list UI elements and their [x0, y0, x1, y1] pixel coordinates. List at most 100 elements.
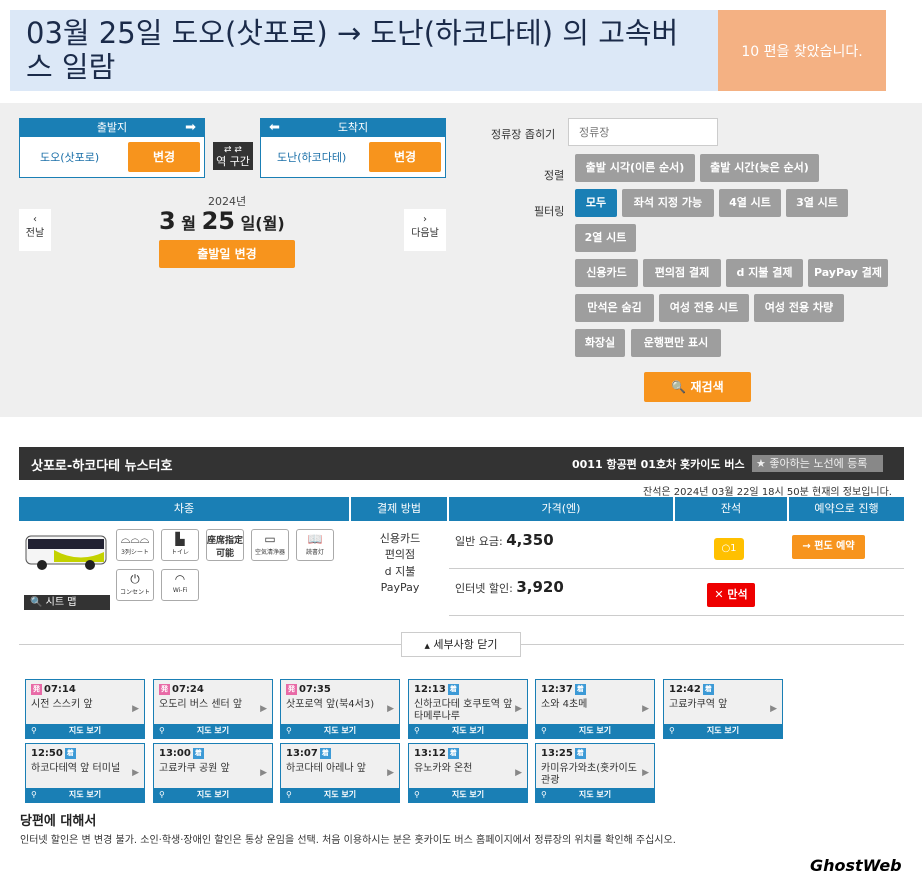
sort-early-chip[interactable]: 출발 시각(이른 순서)	[575, 154, 695, 182]
map-view-button[interactable]: ⚲ 지도 보기	[281, 788, 399, 802]
next-day-button[interactable]: › 다음날	[404, 209, 446, 251]
map-view-label: 지도 보기	[323, 726, 357, 735]
stop-time-row: 12:50 着	[31, 748, 76, 759]
map-view-button[interactable]: ⚲ 지도 보기	[536, 788, 654, 802]
play-icon: ▶	[260, 704, 267, 714]
map-pin-icon: ⚲	[159, 790, 165, 799]
filter-women-seat-chip[interactable]: 여성 전용 시트	[659, 294, 749, 322]
stop-card: 13:07 着 하코다테 아레나 앞 ▶ ⚲ 지도 보기	[280, 743, 400, 803]
col-reserve: 예약으로 진행	[789, 497, 904, 521]
page-title: 03월 25일 도오(삿포로) → 도난(하코다테) 의 고속버스 일람	[26, 16, 679, 84]
chevron-right-icon: ›	[423, 214, 427, 225]
caret-up-icon: ▲	[424, 642, 430, 650]
facility-reserve-label: 座席指定 可能	[207, 536, 244, 559]
company-name: 0011 항공편 01호차 홋카이도 버스	[572, 458, 745, 471]
play-icon: ▶	[515, 704, 522, 714]
map-view-button[interactable]: ⚲ 지도 보기	[26, 788, 144, 802]
map-view-label: 지도 보기	[196, 726, 230, 735]
favorite-route-button[interactable]: ★ 좋아하는 노선에 등록	[752, 455, 883, 472]
swap-section-button[interactable]: ⇄ ⇄ 역 구간	[213, 142, 253, 170]
stop-card: 12:37 着 소와 4초메 ▶ ⚲ 지도 보기	[535, 679, 655, 739]
filter-hide-full-chip[interactable]: 만석은 숨김	[575, 294, 654, 322]
watermark-logo: GhostWeb	[810, 856, 902, 875]
date-day: 25	[201, 207, 235, 235]
seat-map-label: 시트 맵	[45, 597, 77, 608]
fare-regular: 일반 요금: 4,350	[455, 531, 554, 549]
map-view-label: 지도 보기	[578, 790, 612, 799]
col-payment: 결제 방법	[351, 497, 447, 521]
toggle-details-label: 세부사항 닫기	[433, 638, 498, 651]
stop-time: 13:00	[159, 748, 191, 759]
map-view-button[interactable]: ⚲ 지도 보기	[536, 724, 654, 738]
fare-internet-value: 3,920	[516, 578, 564, 596]
date-display: 3 월 25 일(월)	[159, 207, 285, 235]
seats-remaining-value: 1	[730, 543, 737, 554]
stop-name: 시전 스스키 앞	[31, 699, 93, 710]
filter-dpay-chip[interactable]: d 지불 결제	[726, 259, 803, 287]
stop-card: 発 07:24 오도리 버스 센터 앞 ▶ ⚲ 지도 보기	[153, 679, 273, 739]
sort-label: 정렬	[544, 169, 565, 182]
stop-card: 13:00 着 고료카쿠 공원 앞 ▶ ⚲ 지도 보기	[153, 743, 273, 803]
result-header: 삿포로-하코다테 뉴스터호 0011 항공편 01호차 홋카이도 버스 ★ 좋아…	[19, 447, 904, 480]
map-pin-icon: ⚲	[541, 790, 547, 799]
stop-name: 유노카와 온천	[414, 763, 473, 774]
map-pin-icon: ⚲	[414, 790, 420, 799]
filter-convenience-chip[interactable]: 편의점 결제	[643, 259, 721, 287]
filter-4row-chip[interactable]: 4열 시트	[719, 189, 781, 217]
col-vehicle: 차종	[19, 497, 349, 521]
stop-time-row: 12:37 着	[541, 684, 586, 695]
map-view-button[interactable]: ⚲ 지도 보기	[664, 724, 782, 738]
filter-seat-reserve-chip[interactable]: 좌석 지정 가능	[622, 189, 714, 217]
map-view-button[interactable]: ⚲ 지도 보기	[26, 724, 144, 738]
fare-internet: 인터넷 할인: 3,920	[455, 578, 564, 596]
row-divider	[449, 615, 904, 616]
filter-paypay-chip[interactable]: PayPay 결제	[808, 259, 888, 287]
map-view-button[interactable]: ⚲ 지도 보기	[409, 788, 527, 802]
facility-wifi-label: Wi-Fi	[172, 587, 188, 594]
date-month-suffix: 월	[181, 214, 197, 233]
arrival-badge: 着	[702, 684, 714, 695]
toggle-details-button[interactable]: ▲ 세부사항 닫기	[401, 632, 521, 657]
stop-filter-input[interactable]	[568, 118, 718, 146]
map-view-button[interactable]: ⚲ 지도 보기	[154, 724, 272, 738]
map-view-label: 지도 보기	[451, 790, 485, 799]
map-pin-icon: ⚲	[286, 726, 292, 735]
search-panel: 출발지 ➡ 도오(삿포로) 변경 ⇄ ⇄ 역 구간 ⬅ 도착지 도난(하코다테)…	[0, 103, 922, 417]
prev-day-button[interactable]: ‹ 전날	[19, 209, 51, 251]
filter-3row-chip[interactable]: 3열 시트	[786, 189, 848, 217]
filter-women-car-chip[interactable]: 여성 전용 차량	[754, 294, 844, 322]
reserve-oneway-button[interactable]: → 편도 예약	[792, 535, 865, 559]
map-view-label: 지도 보기	[68, 790, 102, 799]
research-button[interactable]: 🔍 재검색	[644, 372, 751, 402]
stop-time-row: 13:07 着	[286, 748, 331, 759]
map-view-button[interactable]: ⚲ 지도 보기	[281, 724, 399, 738]
filter-operating-chip[interactable]: 운행편만 표시	[631, 329, 721, 357]
fare-regular-label: 일반 요금:	[455, 535, 503, 548]
col-seats: 잔석	[675, 497, 787, 521]
wifi-icon: ◠ Wi-Fi	[161, 569, 199, 601]
map-view-button[interactable]: ⚲ 지도 보기	[409, 724, 527, 738]
stop-time-row: 12:13 着	[414, 684, 459, 695]
about-title: 당편에 대해서	[20, 814, 97, 829]
departure-change-button[interactable]: 변경	[128, 142, 200, 172]
arrival-change-button[interactable]: 변경	[369, 142, 441, 172]
filter-2row-chip[interactable]: 2열 시트	[575, 224, 636, 252]
filter-toilet-chip[interactable]: 화장실	[575, 329, 625, 357]
filter-label: 필터링	[534, 205, 565, 218]
sort-late-chip[interactable]: 출발 시간(늦은 순서)	[700, 154, 819, 182]
stop-time-row: 12:42 着	[669, 684, 714, 695]
play-icon: ▶	[515, 768, 522, 778]
toilet-icon: ▙ トイレ	[161, 529, 199, 561]
stop-name: 삿포로역 앞(북4서3)	[286, 699, 375, 710]
bus-image	[24, 530, 110, 575]
map-view-button[interactable]: ⚲ 지도 보기	[154, 788, 272, 802]
filter-credit-chip[interactable]: 신용카드	[575, 259, 638, 287]
seat-map-button[interactable]: 🔍 시트 맵	[24, 595, 110, 610]
stop-card: 発 07:35 삿포로역 앞(북4서3) ▶ ⚲ 지도 보기	[280, 679, 400, 739]
prev-day-label: 전날	[25, 228, 45, 239]
change-date-button[interactable]: 출발일 변경	[159, 240, 295, 268]
date-day-suffix: 일(월)	[240, 214, 285, 233]
filter-all-chip[interactable]: 모두	[575, 189, 617, 217]
stop-time-row: 13:12 着	[414, 748, 459, 759]
seats-full-label: 만석	[727, 588, 748, 601]
